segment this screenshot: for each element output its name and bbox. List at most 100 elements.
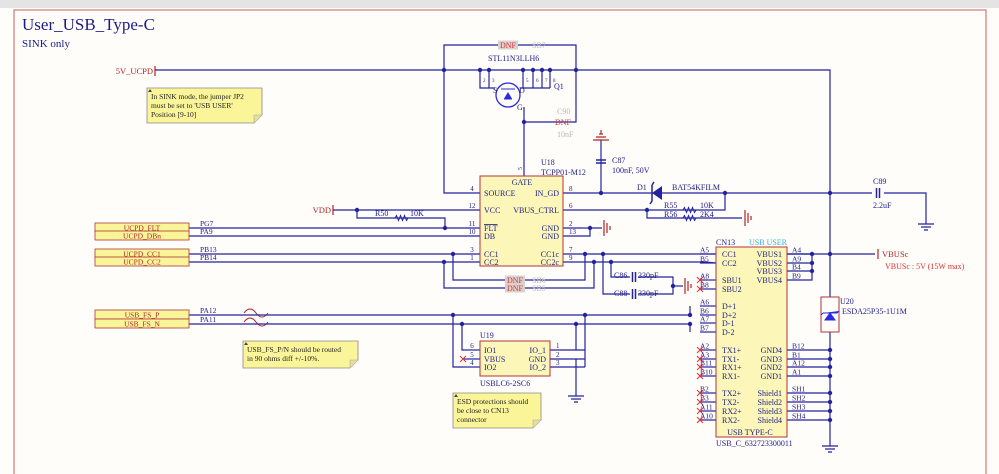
u18-pin-number: 6 xyxy=(569,202,573,210)
cn13-pin-name: Shield2 xyxy=(758,398,782,407)
r50-ref: R50 xyxy=(375,209,388,218)
mcu-pin-label: PB14 xyxy=(200,253,217,262)
cn13-pin-number: B12 xyxy=(792,342,805,351)
cn13-pin-name: D-2 xyxy=(722,328,734,337)
junction-dot xyxy=(827,347,833,353)
cn13-pin-number: A8 xyxy=(700,272,709,281)
note-text: must be set to 'USB USER' xyxy=(151,101,233,110)
u18-pin-name: DB xyxy=(484,232,495,241)
cn13-pin-number: A4 xyxy=(792,246,801,255)
cn13-pin-number: B10 xyxy=(700,368,713,377)
cn13-pin-number: B7 xyxy=(700,324,709,333)
d1-part: BAT54KFILM xyxy=(672,183,720,192)
note-text: connector xyxy=(457,415,487,424)
cn13-pin-number: A10 xyxy=(700,412,713,421)
cn13-pin-name: VBUS1 xyxy=(757,250,782,259)
junction-dot xyxy=(547,67,553,73)
u19-pin-number: 1 xyxy=(556,342,560,350)
top-bar xyxy=(0,0,999,8)
r56-ref: R56 xyxy=(664,210,677,219)
note-text: In SINK mode, the jumper JP2 xyxy=(151,92,244,101)
junction-dot xyxy=(809,260,815,266)
cn13-pin-name: Shield3 xyxy=(758,407,782,416)
u19-pin-number: 5 xyxy=(470,351,474,359)
cn13-pin-number: B5 xyxy=(700,255,709,264)
sheet-subtitle: SINK only xyxy=(22,38,70,50)
mcu-pin-label: PA11 xyxy=(200,315,216,324)
q1-gate-label: G xyxy=(517,103,523,112)
cn13-pin-number: A2 xyxy=(700,342,709,351)
cn13-pin-name: GND4 xyxy=(761,346,782,355)
d1-ref: D1 xyxy=(637,183,647,192)
c86-value: 330pF xyxy=(638,271,659,280)
cn13-pin-number: B4 xyxy=(792,263,801,272)
u19-part: USBLC6-2SC6 xyxy=(480,379,530,388)
u19-ref: U19 xyxy=(480,331,494,340)
cn13-pin-number: B9 xyxy=(792,272,801,281)
cn13-tag: USB USER xyxy=(749,238,788,247)
cn13-pin-name: RX1- xyxy=(722,372,740,381)
u18-pin-name: CC2 xyxy=(484,258,499,267)
port-label: USB_FS_N xyxy=(124,320,160,329)
junction-dot xyxy=(598,190,604,196)
u19-pin-number: 2 xyxy=(556,351,560,359)
q1-part: STL11N3LLH6 xyxy=(488,54,539,63)
port-label: UCPD_DBn xyxy=(123,232,161,241)
cn13-pin-number: A5 xyxy=(700,246,709,255)
cn13-pin-number: SH4 xyxy=(792,412,806,421)
cn13-pin-name: VBUS4 xyxy=(757,276,782,285)
junction-dot xyxy=(827,408,833,414)
sb7-ref: SB7 xyxy=(532,41,546,50)
c86-ref: C86 xyxy=(614,271,627,280)
junction-dot xyxy=(520,67,526,73)
u19-pin-name: IO2 xyxy=(484,363,496,372)
cap-gap xyxy=(872,186,884,200)
u20-ref: U20 xyxy=(840,297,854,306)
note-text: in 90 ohms diff +/-10%. xyxy=(247,354,319,363)
r56-value: 2K4 xyxy=(700,210,714,219)
cn13-pin-name: RX1+ xyxy=(722,363,742,372)
c89-value: 2.2uF xyxy=(873,201,892,210)
mcu-pin-label: PA12 xyxy=(200,306,217,315)
u18-pin-number: 2 xyxy=(569,220,573,228)
u18-pin-number: 9 xyxy=(569,254,573,262)
junction-dot xyxy=(827,399,833,405)
junction-dot xyxy=(573,67,579,73)
c90-ref: C90 xyxy=(557,107,570,116)
cn13-pin-number: A6 xyxy=(700,298,709,307)
junction-dot xyxy=(539,67,545,73)
note-text: Position [9-10] xyxy=(151,110,196,119)
u19-pin-number: 6 xyxy=(470,342,474,350)
u18-pin: 5 xyxy=(518,167,524,170)
u19-pin-name: IO_1 xyxy=(530,346,546,355)
u18-pin-number: 10 xyxy=(469,228,477,236)
u18-pin-name: VBUS_CTRL xyxy=(513,206,559,215)
dnf-label: DNF xyxy=(500,41,517,50)
cn13-pin-number: SH2 xyxy=(792,394,806,403)
u18-ref: U18 xyxy=(541,158,555,167)
u18-pin-number: 11 xyxy=(469,220,476,228)
c90-value: 10nF xyxy=(557,130,574,139)
cn13-pin-name: TX2+ xyxy=(722,389,742,398)
u18-part: TCPP01-M12 xyxy=(541,168,586,177)
junction-dot xyxy=(827,373,833,379)
u18-gate-label: GATE xyxy=(512,178,533,187)
u18-pin-name: SOURCE xyxy=(484,189,516,198)
r55-ref: R55 xyxy=(664,201,677,210)
u18-pin-number: 8 xyxy=(569,185,573,193)
q1-source-label: S xyxy=(493,86,497,95)
u18-pin-name: GND xyxy=(542,232,560,241)
note-text: be close to CN13 xyxy=(457,406,509,415)
cn13-pin-name: TX1+ xyxy=(722,346,742,355)
junction-dot xyxy=(521,119,527,125)
cn13-pin-name: D-1 xyxy=(722,319,734,328)
cn13-pin-name: CC2 xyxy=(722,259,737,268)
u18-pin-number: 7 xyxy=(569,246,573,254)
junction-dot xyxy=(486,67,492,73)
cn13-pin-name: TX2- xyxy=(722,398,740,407)
u18-pin-name: VCC xyxy=(484,206,500,215)
r50-value: 10K xyxy=(410,209,424,218)
u18-pin-number: 4 xyxy=(470,185,474,193)
junction-dot xyxy=(477,67,483,73)
cn13-pin-name: VBUS3 xyxy=(757,267,782,276)
